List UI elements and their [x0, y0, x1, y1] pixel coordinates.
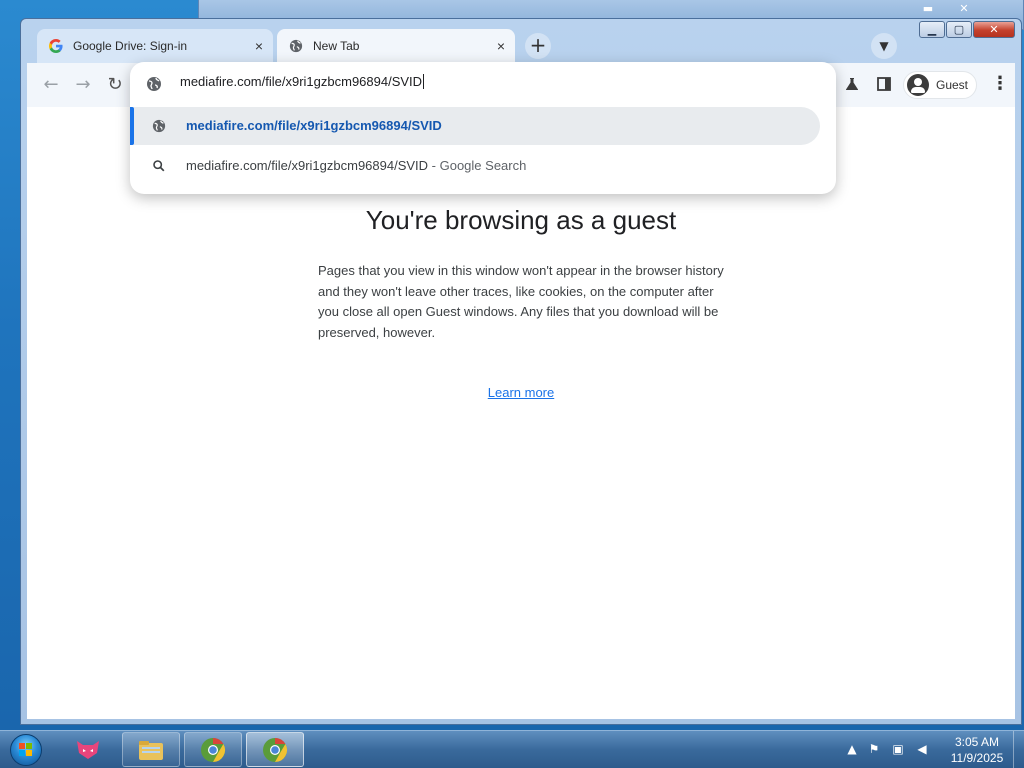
omnibox-dropdown: mediafire.com/file/x9ri1gzbcm96894/SVID …	[130, 62, 836, 194]
clock-date: 11/9/2025	[950, 751, 1004, 765]
suggestion-url[interactable]: mediafire.com/file/x9ri1gzbcm96894/SVID	[130, 107, 820, 145]
learn-more-label[interactable]: Learn more	[488, 385, 554, 400]
network-icon[interactable]: ▣	[890, 741, 906, 757]
show-hidden-icons-icon[interactable]: ▲	[844, 741, 860, 757]
globe-icon	[289, 39, 303, 53]
learn-more-link[interactable]: Learn more	[27, 385, 1015, 400]
tab-label: Google Drive: Sign-in	[73, 39, 188, 53]
more-menu-icon[interactable]: ⋮	[991, 73, 1009, 97]
close-tab-icon[interactable]: ×	[497, 29, 505, 63]
volume-muted-icon[interactable]: ◀	[914, 741, 930, 757]
address-input[interactable]: mediafire.com/file/x9ri1gzbcm96894/SVID	[180, 74, 424, 89]
chrome-icon	[201, 738, 226, 762]
suggestion-google-search[interactable]: mediafire.com/file/x9ri1gzbcm96894/SVID …	[130, 147, 820, 185]
labs-flask-icon[interactable]	[841, 73, 863, 95]
window-controls: ▁ ▢ ✕	[919, 21, 1015, 38]
avatar-icon	[907, 74, 929, 96]
google-icon	[49, 39, 63, 53]
guest-description: Pages that you view in this window won't…	[318, 263, 724, 340]
side-panel-icon[interactable]	[873, 73, 895, 95]
bg-minimize-icon[interactable]: ▬	[915, 2, 941, 18]
windows-logo-icon	[10, 734, 42, 766]
forward-arrow-icon[interactable]: →	[71, 73, 95, 97]
suggestion-text: mediafire.com/file/x9ri1gzbcm96894/SVID …	[186, 158, 526, 173]
minimize-button[interactable]: ▁	[919, 21, 945, 38]
globe-icon	[147, 77, 161, 91]
tab-search-chevron-icon[interactable]: ▼	[871, 33, 897, 59]
clock[interactable]: 3:05 AM 11/9/2025	[940, 734, 1014, 766]
close-tab-icon[interactable]: ×	[255, 29, 263, 63]
globe-icon	[152, 119, 166, 133]
start-button[interactable]	[4, 731, 48, 768]
taskbar-chrome[interactable]	[184, 732, 242, 767]
reload-icon[interactable]: ↻	[103, 73, 127, 97]
action-center-flag-icon[interactable]: ⚑	[866, 741, 882, 757]
tab-google-drive[interactable]: Google Drive: Sign-in ×	[37, 29, 273, 63]
tab-new-tab[interactable]: New Tab ×	[277, 29, 515, 63]
suggestion-suffix: - Google Search	[428, 158, 527, 173]
page-title: You're browsing as a guest	[365, 205, 677, 235]
fox-app-icon	[77, 741, 99, 759]
chrome-icon	[263, 738, 288, 762]
suggestion-text: mediafire.com/file/x9ri1gzbcm96894/SVID	[186, 118, 442, 133]
profile-button[interactable]: Guest	[903, 71, 977, 99]
close-window-button[interactable]: ✕	[973, 21, 1015, 38]
profile-label: Guest	[936, 78, 969, 92]
address-bar[interactable]: mediafire.com/file/x9ri1gzbcm96894/SVID	[130, 62, 836, 106]
search-icon	[153, 160, 165, 172]
suggestion-query: mediafire.com/file/x9ri1gzbcm96894/SVID	[186, 158, 429, 173]
bg-close-icon[interactable]: ✕	[951, 2, 977, 18]
maximize-button[interactable]: ▢	[946, 21, 972, 38]
new-tab-button[interactable]: +	[525, 33, 551, 59]
clock-time: 3:05 AM	[954, 735, 1000, 749]
taskbar: ▲ ⚑ ▣ ◀ 3:05 AM 11/9/2025	[0, 730, 1024, 768]
back-arrow-icon[interactable]: ←	[39, 73, 63, 97]
page-content: You're browsing as a guest Pages that yo…	[27, 107, 1015, 719]
tab-label: New Tab	[313, 39, 360, 53]
taskbar-app-fox[interactable]	[60, 732, 118, 767]
system-tray: ▲ ⚑ ▣ ◀ 3:05 AM 11/9/2025	[840, 731, 1024, 768]
taskbar-chrome-active[interactable]	[246, 732, 304, 767]
folder-icon	[139, 741, 163, 760]
taskbar-file-explorer[interactable]	[122, 732, 180, 767]
show-desktop-button[interactable]	[1013, 731, 1024, 768]
